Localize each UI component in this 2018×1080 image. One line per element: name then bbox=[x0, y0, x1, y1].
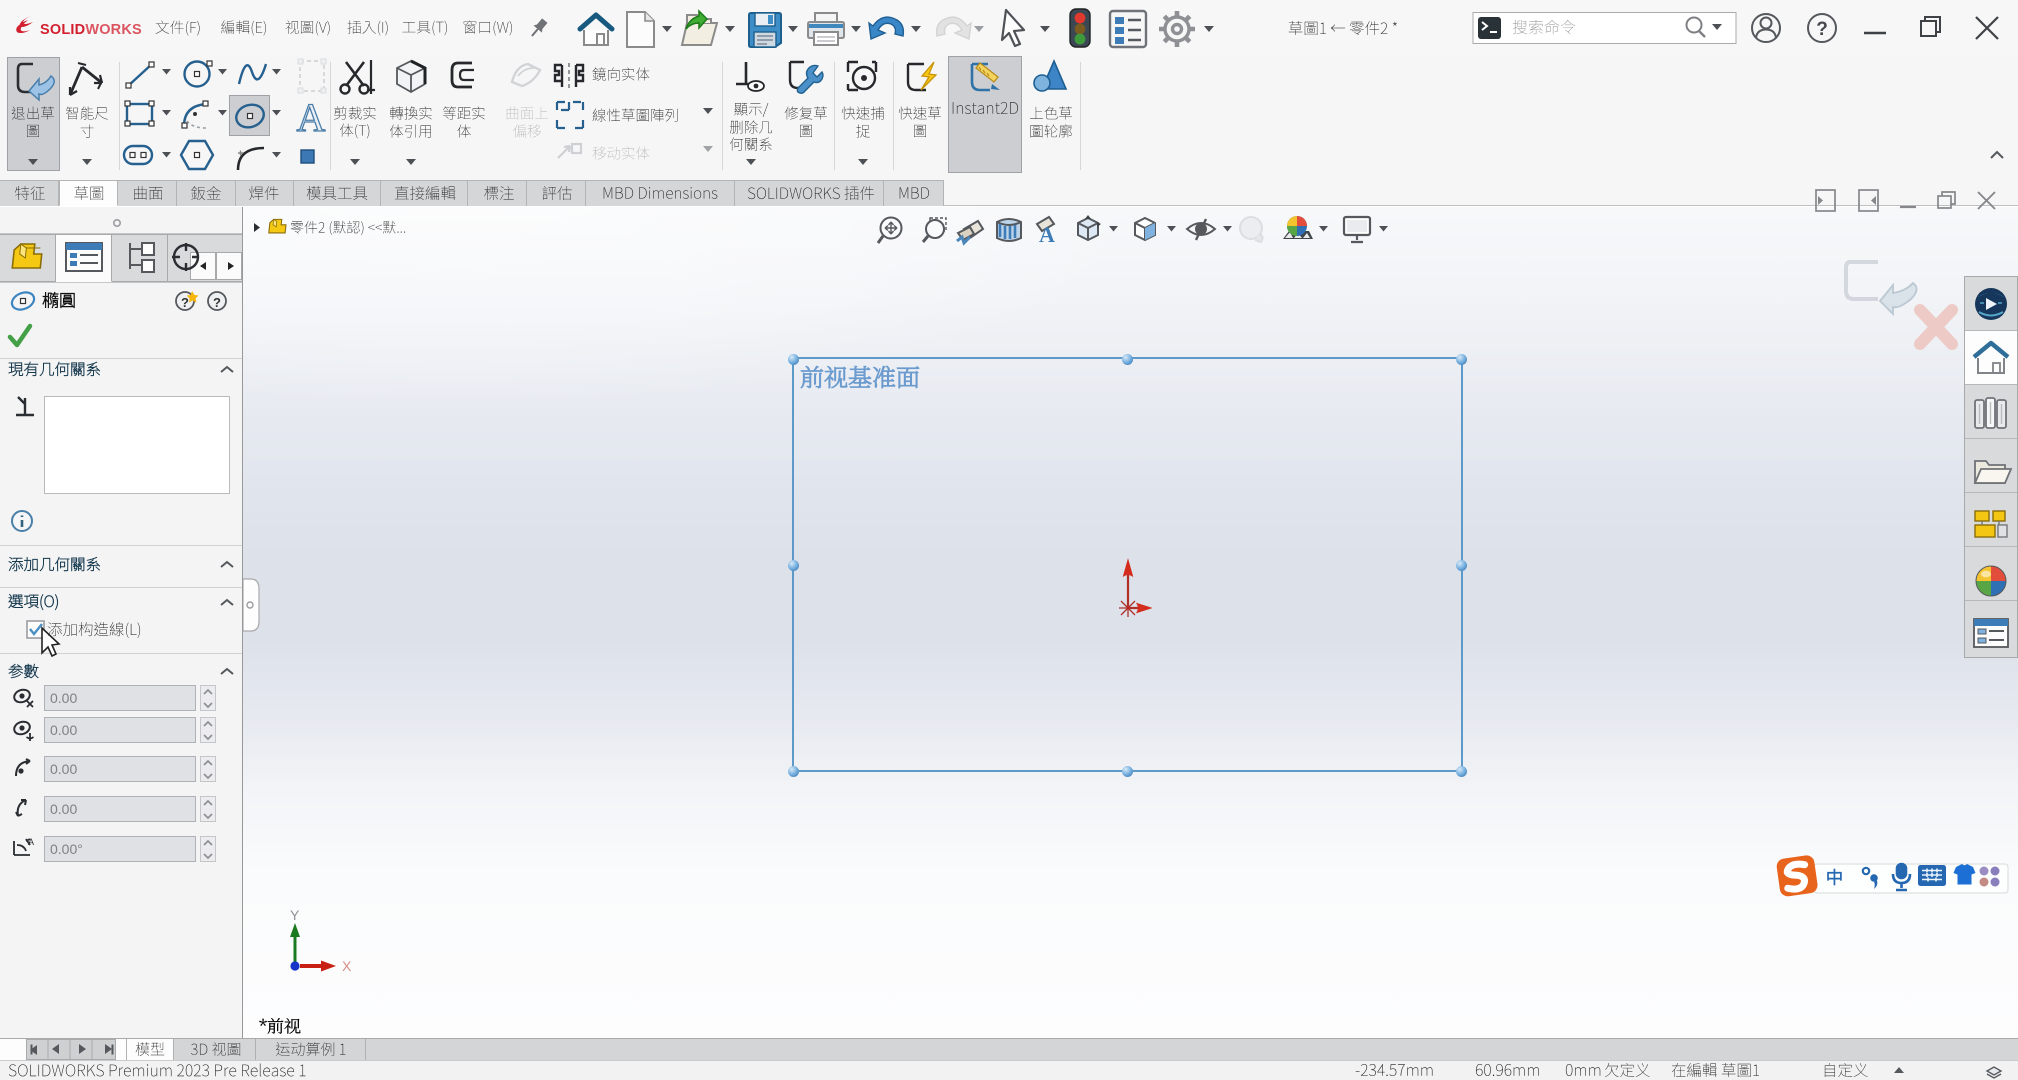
svg-text:Y: Y bbox=[290, 907, 300, 923]
svg-text:?: ? bbox=[1816, 19, 1828, 40]
svg-text:A: A bbox=[297, 95, 326, 140]
svg-text:A: A bbox=[28, 837, 34, 847]
svg-text:A: A bbox=[1039, 222, 1055, 247]
svg-text:?: ? bbox=[213, 295, 221, 310]
svg-text:?: ? bbox=[181, 295, 189, 310]
svg-text:X: X bbox=[342, 958, 352, 974]
svg-text:SOLIDWORKS: SOLIDWORKS bbox=[40, 22, 142, 38]
